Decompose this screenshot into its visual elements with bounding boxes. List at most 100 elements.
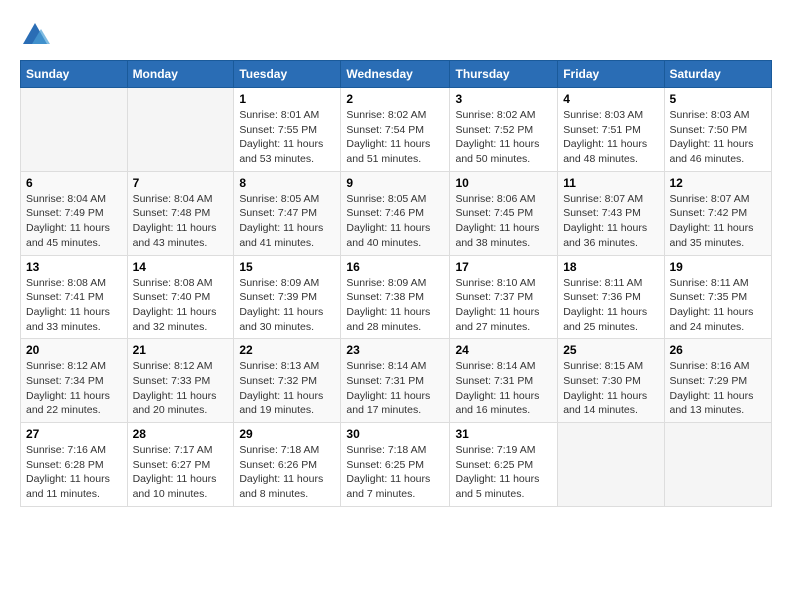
day-cell: 5 Sunrise: 8:03 AM Sunset: 7:50 PM Daylig… <box>664 88 772 172</box>
day-cell: 1 Sunrise: 8:01 AM Sunset: 7:55 PM Daylig… <box>234 88 341 172</box>
week-row-2: 6Sunrise: 8:04 AM Sunset: 7:49 PM Daylig… <box>21 171 772 255</box>
day-cell: 6Sunrise: 8:04 AM Sunset: 7:49 PM Daylig… <box>21 171 128 255</box>
day-info: Sunrise: 8:08 AM Sunset: 7:41 PM Dayligh… <box>26 276 122 335</box>
day-info: Sunrise: 8:11 AM Sunset: 7:35 PM Dayligh… <box>670 276 767 335</box>
day-number: 2 <box>346 92 444 106</box>
day-cell <box>127 88 234 172</box>
day-cell: 23Sunrise: 8:14 AM Sunset: 7:31 PM Dayli… <box>341 339 450 423</box>
day-cell: 18 Sunrise: 8:11 AM Sunset: 7:36 PM Dayli… <box>558 255 664 339</box>
day-info: Sunrise: 8:03 AM Sunset: 7:50 PM Dayligh… <box>670 108 767 167</box>
day-number: 25 <box>563 343 658 357</box>
day-cell: 15Sunrise: 8:09 AM Sunset: 7:39 PM Dayli… <box>234 255 341 339</box>
day-number: 19 <box>670 260 767 274</box>
day-cell: 29 Sunrise: 7:18 AM Sunset: 6:26 PM Dayli… <box>234 423 341 507</box>
day-number: 8 <box>239 176 335 190</box>
day-cell: 8 Sunrise: 8:05 AM Sunset: 7:47 PM Daylig… <box>234 171 341 255</box>
header-cell-friday: Friday <box>558 61 664 88</box>
day-cell: 11Sunrise: 8:07 AM Sunset: 7:43 PM Dayli… <box>558 171 664 255</box>
day-info: Sunrise: 8:12 AM Sunset: 7:34 PM Dayligh… <box>26 359 122 418</box>
day-info: Sunrise: 8:08 AM Sunset: 7:40 PM Dayligh… <box>133 276 229 335</box>
week-row-5: 27 Sunrise: 7:16 AM Sunset: 6:28 PM Dayli… <box>21 423 772 507</box>
header <box>20 20 772 50</box>
day-number: 22 <box>239 343 335 357</box>
day-cell: 27 Sunrise: 7:16 AM Sunset: 6:28 PM Dayli… <box>21 423 128 507</box>
day-number: 26 <box>670 343 767 357</box>
day-number: 18 <box>563 260 658 274</box>
week-row-1: 1 Sunrise: 8:01 AM Sunset: 7:55 PM Daylig… <box>21 88 772 172</box>
week-row-3: 13 Sunrise: 8:08 AM Sunset: 7:41 PM Dayli… <box>21 255 772 339</box>
day-info: Sunrise: 8:02 AM Sunset: 7:54 PM Dayligh… <box>346 108 444 167</box>
day-cell: 22 Sunrise: 8:13 AM Sunset: 7:32 PM Dayli… <box>234 339 341 423</box>
day-number: 5 <box>670 92 767 106</box>
day-number: 29 <box>239 427 335 441</box>
day-number: 4 <box>563 92 658 106</box>
day-number: 9 <box>346 176 444 190</box>
day-cell: 20 Sunrise: 8:12 AM Sunset: 7:34 PM Dayli… <box>21 339 128 423</box>
day-number: 13 <box>26 260 122 274</box>
day-info: Sunrise: 8:14 AM Sunset: 7:31 PM Dayligh… <box>455 359 552 418</box>
day-cell: 10 Sunrise: 8:06 AM Sunset: 7:45 PM Dayli… <box>450 171 558 255</box>
day-cell <box>558 423 664 507</box>
day-cell: 7 Sunrise: 8:04 AM Sunset: 7:48 PM Daylig… <box>127 171 234 255</box>
day-number: 7 <box>133 176 229 190</box>
day-number: 21 <box>133 343 229 357</box>
day-cell: 16Sunrise: 8:09 AM Sunset: 7:38 PM Dayli… <box>341 255 450 339</box>
day-info: Sunrise: 8:01 AM Sunset: 7:55 PM Dayligh… <box>239 108 335 167</box>
day-cell: 31Sunrise: 7:19 AM Sunset: 6:25 PM Dayli… <box>450 423 558 507</box>
header-cell-sunday: Sunday <box>21 61 128 88</box>
day-cell: 30 Sunrise: 7:18 AM Sunset: 6:25 PM Dayli… <box>341 423 450 507</box>
day-info: Sunrise: 8:04 AM Sunset: 7:49 PM Dayligh… <box>26 192 122 251</box>
day-cell: 28Sunrise: 7:17 AM Sunset: 6:27 PM Dayli… <box>127 423 234 507</box>
day-cell: 4 Sunrise: 8:03 AM Sunset: 7:51 PM Daylig… <box>558 88 664 172</box>
day-info: Sunrise: 7:18 AM Sunset: 6:25 PM Dayligh… <box>346 443 444 502</box>
day-info: Sunrise: 8:14 AM Sunset: 7:31 PM Dayligh… <box>346 359 444 418</box>
day-cell: 26 Sunrise: 8:16 AM Sunset: 7:29 PM Dayli… <box>664 339 772 423</box>
day-number: 14 <box>133 260 229 274</box>
day-info: Sunrise: 7:16 AM Sunset: 6:28 PM Dayligh… <box>26 443 122 502</box>
day-number: 20 <box>26 343 122 357</box>
week-row-4: 20 Sunrise: 8:12 AM Sunset: 7:34 PM Dayli… <box>21 339 772 423</box>
header-cell-monday: Monday <box>127 61 234 88</box>
day-info: Sunrise: 8:13 AM Sunset: 7:32 PM Dayligh… <box>239 359 335 418</box>
day-cell: 25 Sunrise: 8:15 AM Sunset: 7:30 PM Dayli… <box>558 339 664 423</box>
day-info: Sunrise: 8:02 AM Sunset: 7:52 PM Dayligh… <box>455 108 552 167</box>
day-number: 30 <box>346 427 444 441</box>
day-info: Sunrise: 7:19 AM Sunset: 6:25 PM Dayligh… <box>455 443 552 502</box>
day-info: Sunrise: 8:07 AM Sunset: 7:43 PM Dayligh… <box>563 192 658 251</box>
day-info: Sunrise: 8:12 AM Sunset: 7:33 PM Dayligh… <box>133 359 229 418</box>
day-number: 17 <box>455 260 552 274</box>
day-cell <box>21 88 128 172</box>
page: SundayMondayTuesdayWednesdayThursdayFrid… <box>0 0 792 517</box>
day-info: Sunrise: 8:05 AM Sunset: 7:47 PM Dayligh… <box>239 192 335 251</box>
day-info: Sunrise: 8:15 AM Sunset: 7:30 PM Dayligh… <box>563 359 658 418</box>
day-info: Sunrise: 7:18 AM Sunset: 6:26 PM Dayligh… <box>239 443 335 502</box>
day-number: 1 <box>239 92 335 106</box>
header-cell-thursday: Thursday <box>450 61 558 88</box>
header-cell-wednesday: Wednesday <box>341 61 450 88</box>
day-cell <box>664 423 772 507</box>
day-info: Sunrise: 8:07 AM Sunset: 7:42 PM Dayligh… <box>670 192 767 251</box>
header-row: SundayMondayTuesdayWednesdayThursdayFrid… <box>21 61 772 88</box>
calendar-table: SundayMondayTuesdayWednesdayThursdayFrid… <box>20 60 772 507</box>
day-info: Sunrise: 8:16 AM Sunset: 7:29 PM Dayligh… <box>670 359 767 418</box>
day-info: Sunrise: 8:11 AM Sunset: 7:36 PM Dayligh… <box>563 276 658 335</box>
day-info: Sunrise: 8:10 AM Sunset: 7:37 PM Dayligh… <box>455 276 552 335</box>
day-info: Sunrise: 8:06 AM Sunset: 7:45 PM Dayligh… <box>455 192 552 251</box>
day-info: Sunrise: 8:03 AM Sunset: 7:51 PM Dayligh… <box>563 108 658 167</box>
header-cell-tuesday: Tuesday <box>234 61 341 88</box>
day-number: 10 <box>455 176 552 190</box>
day-number: 27 <box>26 427 122 441</box>
day-cell: 9 Sunrise: 8:05 AM Sunset: 7:46 PM Daylig… <box>341 171 450 255</box>
day-info: Sunrise: 7:17 AM Sunset: 6:27 PM Dayligh… <box>133 443 229 502</box>
day-number: 15 <box>239 260 335 274</box>
day-cell: 24Sunrise: 8:14 AM Sunset: 7:31 PM Dayli… <box>450 339 558 423</box>
day-info: Sunrise: 8:04 AM Sunset: 7:48 PM Dayligh… <box>133 192 229 251</box>
day-number: 16 <box>346 260 444 274</box>
day-info: Sunrise: 8:05 AM Sunset: 7:46 PM Dayligh… <box>346 192 444 251</box>
day-number: 12 <box>670 176 767 190</box>
logo-icon <box>20 20 50 50</box>
day-cell: 14 Sunrise: 8:08 AM Sunset: 7:40 PM Dayli… <box>127 255 234 339</box>
logo <box>20 20 54 50</box>
day-number: 3 <box>455 92 552 106</box>
day-cell: 17 Sunrise: 8:10 AM Sunset: 7:37 PM Dayli… <box>450 255 558 339</box>
